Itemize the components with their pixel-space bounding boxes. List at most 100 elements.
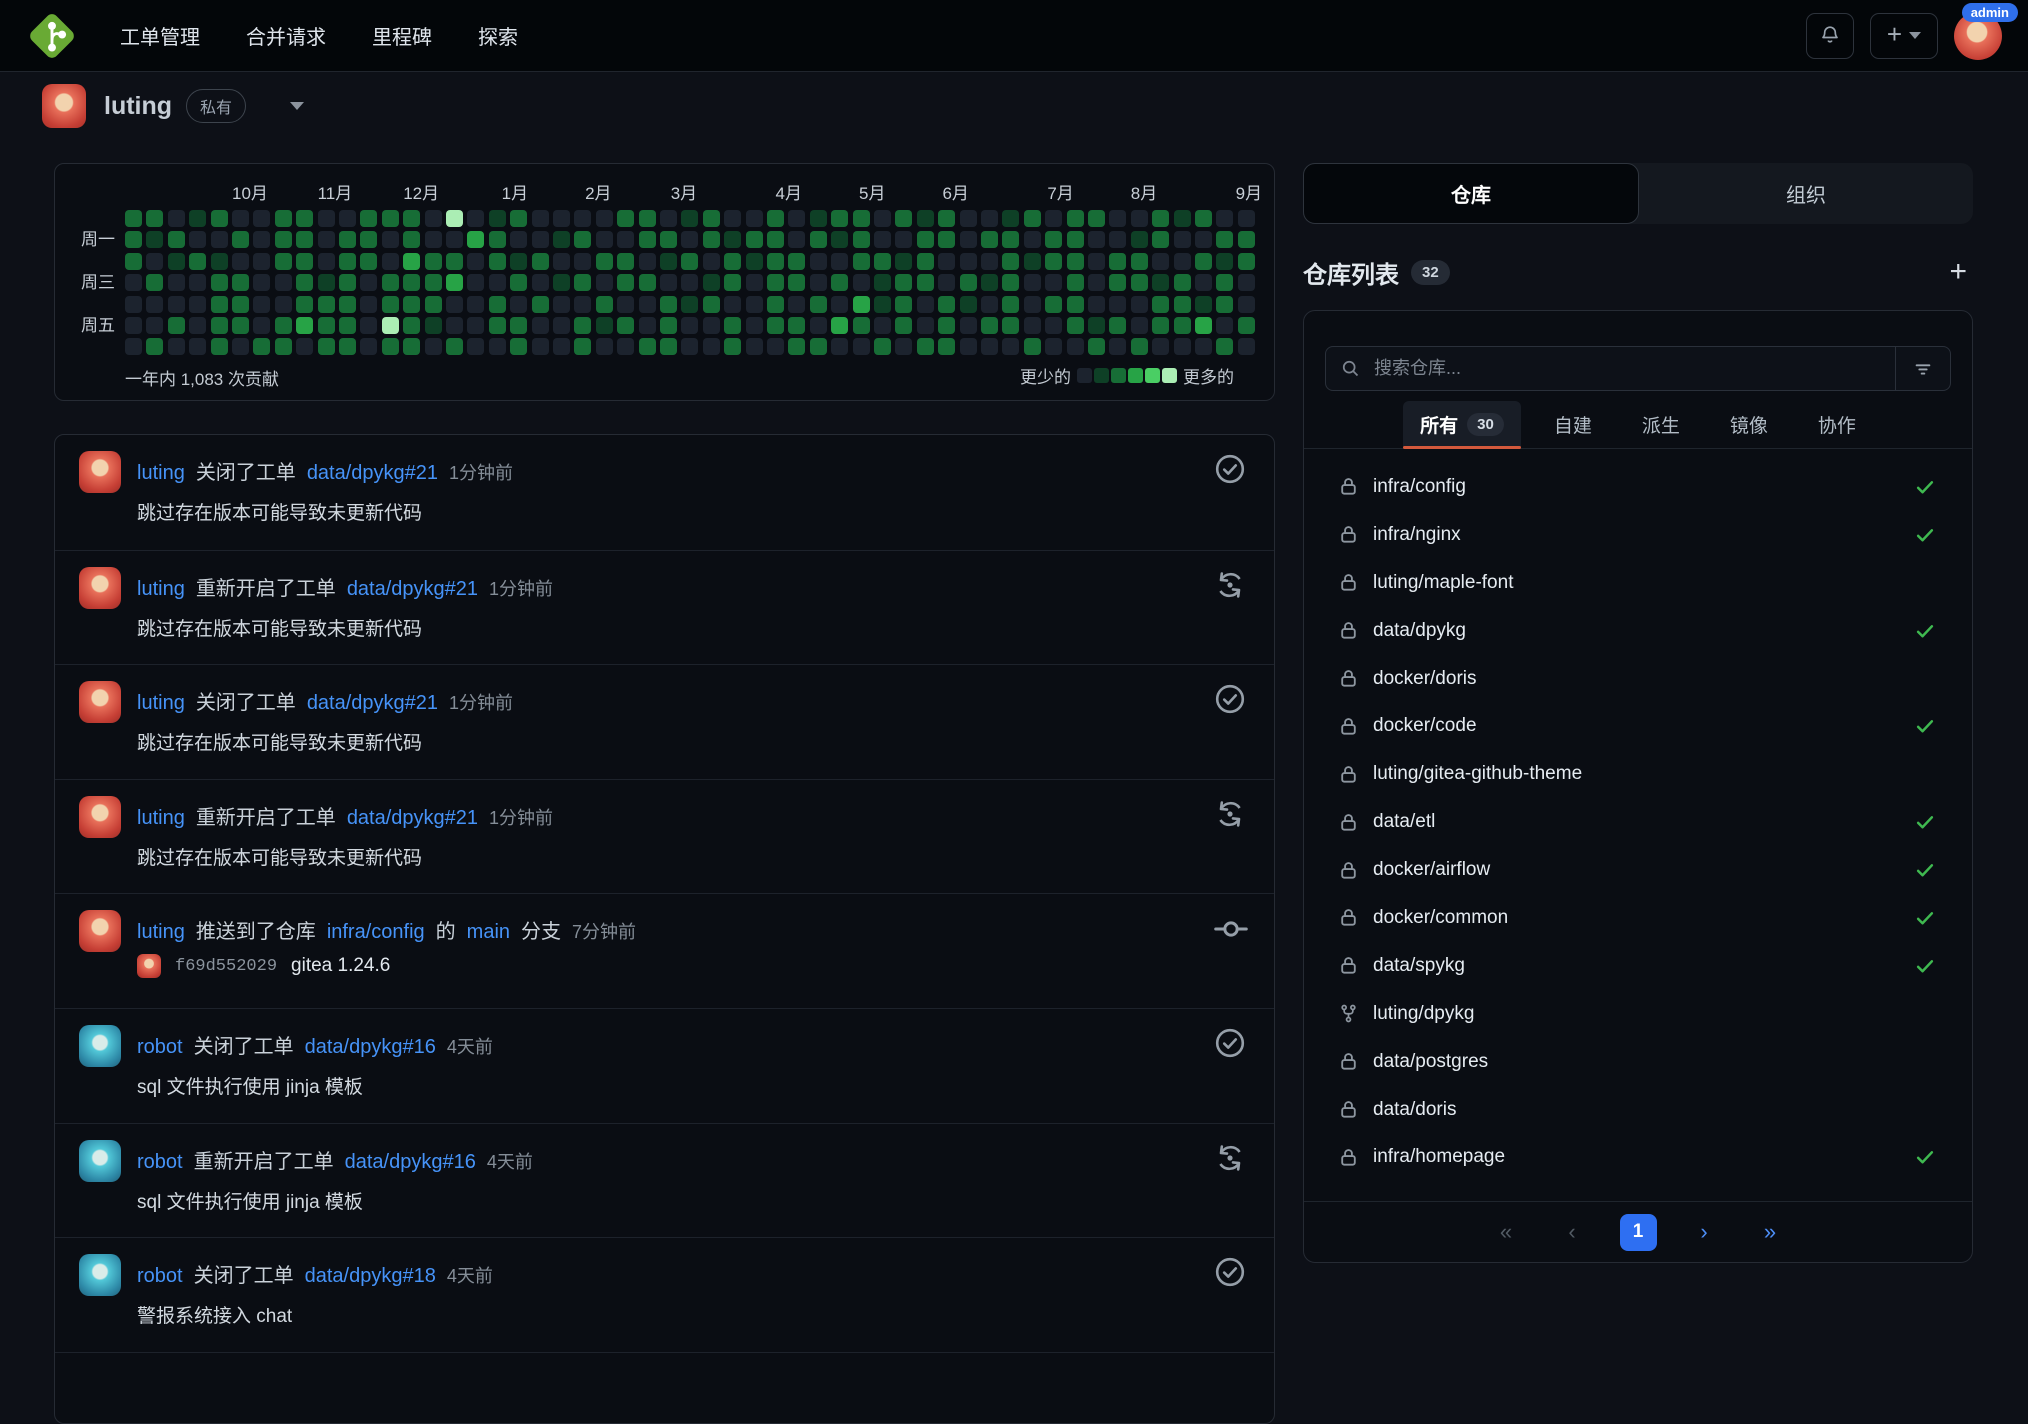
heatmap-cell[interactable] [318, 253, 335, 270]
heatmap-cell[interactable] [1216, 317, 1233, 334]
heatmap-cell[interactable] [360, 274, 377, 291]
heatmap-cell[interactable] [360, 253, 377, 270]
heatmap-cell[interactable] [553, 296, 570, 313]
heatmap-cell[interactable] [1195, 231, 1212, 248]
heatmap-cell[interactable] [981, 296, 998, 313]
heatmap-cell[interactable] [681, 317, 698, 334]
feed-link[interactable]: main [467, 921, 510, 943]
heatmap-cell[interactable] [275, 317, 292, 334]
heatmap-cell[interactable] [253, 317, 270, 334]
heatmap-cell[interactable] [788, 253, 805, 270]
heatmap-cell[interactable] [146, 274, 163, 291]
heatmap-cell[interactable] [660, 338, 677, 355]
heatmap-cell[interactable] [1131, 338, 1148, 355]
heatmap-cell[interactable] [232, 210, 249, 227]
heatmap-cell[interactable] [339, 274, 356, 291]
heatmap-cell[interactable] [960, 253, 977, 270]
heatmap-cell[interactable] [938, 231, 955, 248]
repo-row[interactable]: infra/config [1304, 463, 1972, 511]
heatmap-cell[interactable] [1195, 338, 1212, 355]
heatmap-cell[interactable] [853, 210, 870, 227]
heatmap-cell[interactable] [1088, 210, 1105, 227]
heatmap-cell[interactable] [275, 274, 292, 291]
heatmap-cell[interactable] [767, 210, 784, 227]
heatmap-cell[interactable] [1045, 231, 1062, 248]
profile-avatar[interactable] [42, 84, 86, 128]
heatmap-cell[interactable] [788, 338, 805, 355]
heatmap-cell[interactable] [510, 338, 527, 355]
repo-row[interactable]: data/doris [1304, 1086, 1972, 1134]
heatmap-cell[interactable] [211, 253, 228, 270]
heatmap-cell[interactable] [853, 296, 870, 313]
heatmap-cell[interactable] [339, 296, 356, 313]
repo-search-input[interactable] [1372, 346, 1895, 391]
heatmap-cell[interactable] [1195, 296, 1212, 313]
heatmap-cell[interactable] [853, 317, 870, 334]
heatmap-cell[interactable] [253, 296, 270, 313]
feed-link[interactable]: luting [137, 807, 185, 829]
heatmap-cell[interactable] [296, 231, 313, 248]
heatmap-cell[interactable] [917, 231, 934, 248]
heatmap-cell[interactable] [1131, 274, 1148, 291]
heatmap-cell[interactable] [318, 231, 335, 248]
heatmap-cell[interactable] [767, 274, 784, 291]
repo-row[interactable]: data/etl [1304, 798, 1972, 846]
heatmap-cell[interactable] [146, 231, 163, 248]
heatmap-cell[interactable] [125, 210, 142, 227]
heatmap-cell[interactable] [917, 274, 934, 291]
heatmap-cell[interactable] [617, 317, 634, 334]
heatmap-cell[interactable] [724, 338, 741, 355]
heatmap-cell[interactable] [553, 317, 570, 334]
heatmap-cell[interactable] [617, 296, 634, 313]
heatmap-cell[interactable] [275, 338, 292, 355]
heatmap-cell[interactable] [360, 317, 377, 334]
heatmap-cell[interactable] [1109, 296, 1126, 313]
heatmap-cell[interactable] [1152, 317, 1169, 334]
heatmap-cell[interactable] [831, 253, 848, 270]
heatmap-cell[interactable] [382, 296, 399, 313]
heatmap-cell[interactable] [831, 210, 848, 227]
heatmap-cell[interactable] [1195, 210, 1212, 227]
heatmap-cell[interactable] [895, 317, 912, 334]
heatmap-cell[interactable] [211, 317, 228, 334]
heatmap-cell[interactable] [1088, 274, 1105, 291]
heatmap-cell[interactable] [189, 338, 206, 355]
heatmap-cell[interactable] [681, 296, 698, 313]
heatmap-cell[interactable] [1238, 231, 1255, 248]
heatmap-cell[interactable] [767, 296, 784, 313]
heatmap-cell[interactable] [446, 296, 463, 313]
heatmap-cell[interactable] [253, 253, 270, 270]
heatmap-cell[interactable] [125, 253, 142, 270]
heatmap-cell[interactable] [553, 338, 570, 355]
heatmap-cell[interactable] [874, 210, 891, 227]
next-page-button[interactable]: › [1686, 1214, 1723, 1251]
heatmap-cell[interactable] [895, 253, 912, 270]
heatmap-cell[interactable] [746, 296, 763, 313]
feed-link[interactable]: robot [137, 1036, 183, 1058]
heatmap-cell[interactable] [382, 317, 399, 334]
feed-user-avatar[interactable] [79, 1254, 121, 1296]
heatmap-cell[interactable] [553, 253, 570, 270]
heatmap-cell[interactable] [895, 338, 912, 355]
repo-filter-0[interactable]: 所有30 [1403, 401, 1521, 448]
heatmap-cell[interactable] [724, 210, 741, 227]
heatmap-cell[interactable] [425, 338, 442, 355]
heatmap-cell[interactable] [1109, 274, 1126, 291]
heatmap-cell[interactable] [831, 274, 848, 291]
heatmap-cell[interactable] [125, 296, 142, 313]
heatmap-cell[interactable] [574, 317, 591, 334]
heatmap-cell[interactable] [339, 210, 356, 227]
heatmap-cell[interactable] [510, 253, 527, 270]
repo-row[interactable]: docker/code [1304, 702, 1972, 750]
heatmap-cell[interactable] [574, 253, 591, 270]
heatmap-cell[interactable] [360, 231, 377, 248]
heatmap-cell[interactable] [553, 231, 570, 248]
heatmap-cell[interactable] [1216, 274, 1233, 291]
heatmap-cell[interactable] [724, 296, 741, 313]
heatmap-cell[interactable] [232, 274, 249, 291]
heatmap-cell[interactable] [938, 210, 955, 227]
heatmap-cell[interactable] [211, 210, 228, 227]
heatmap-cell[interactable] [1131, 210, 1148, 227]
repo-filter-3[interactable]: 镜像 [1713, 401, 1785, 448]
heatmap-cell[interactable] [724, 317, 741, 334]
